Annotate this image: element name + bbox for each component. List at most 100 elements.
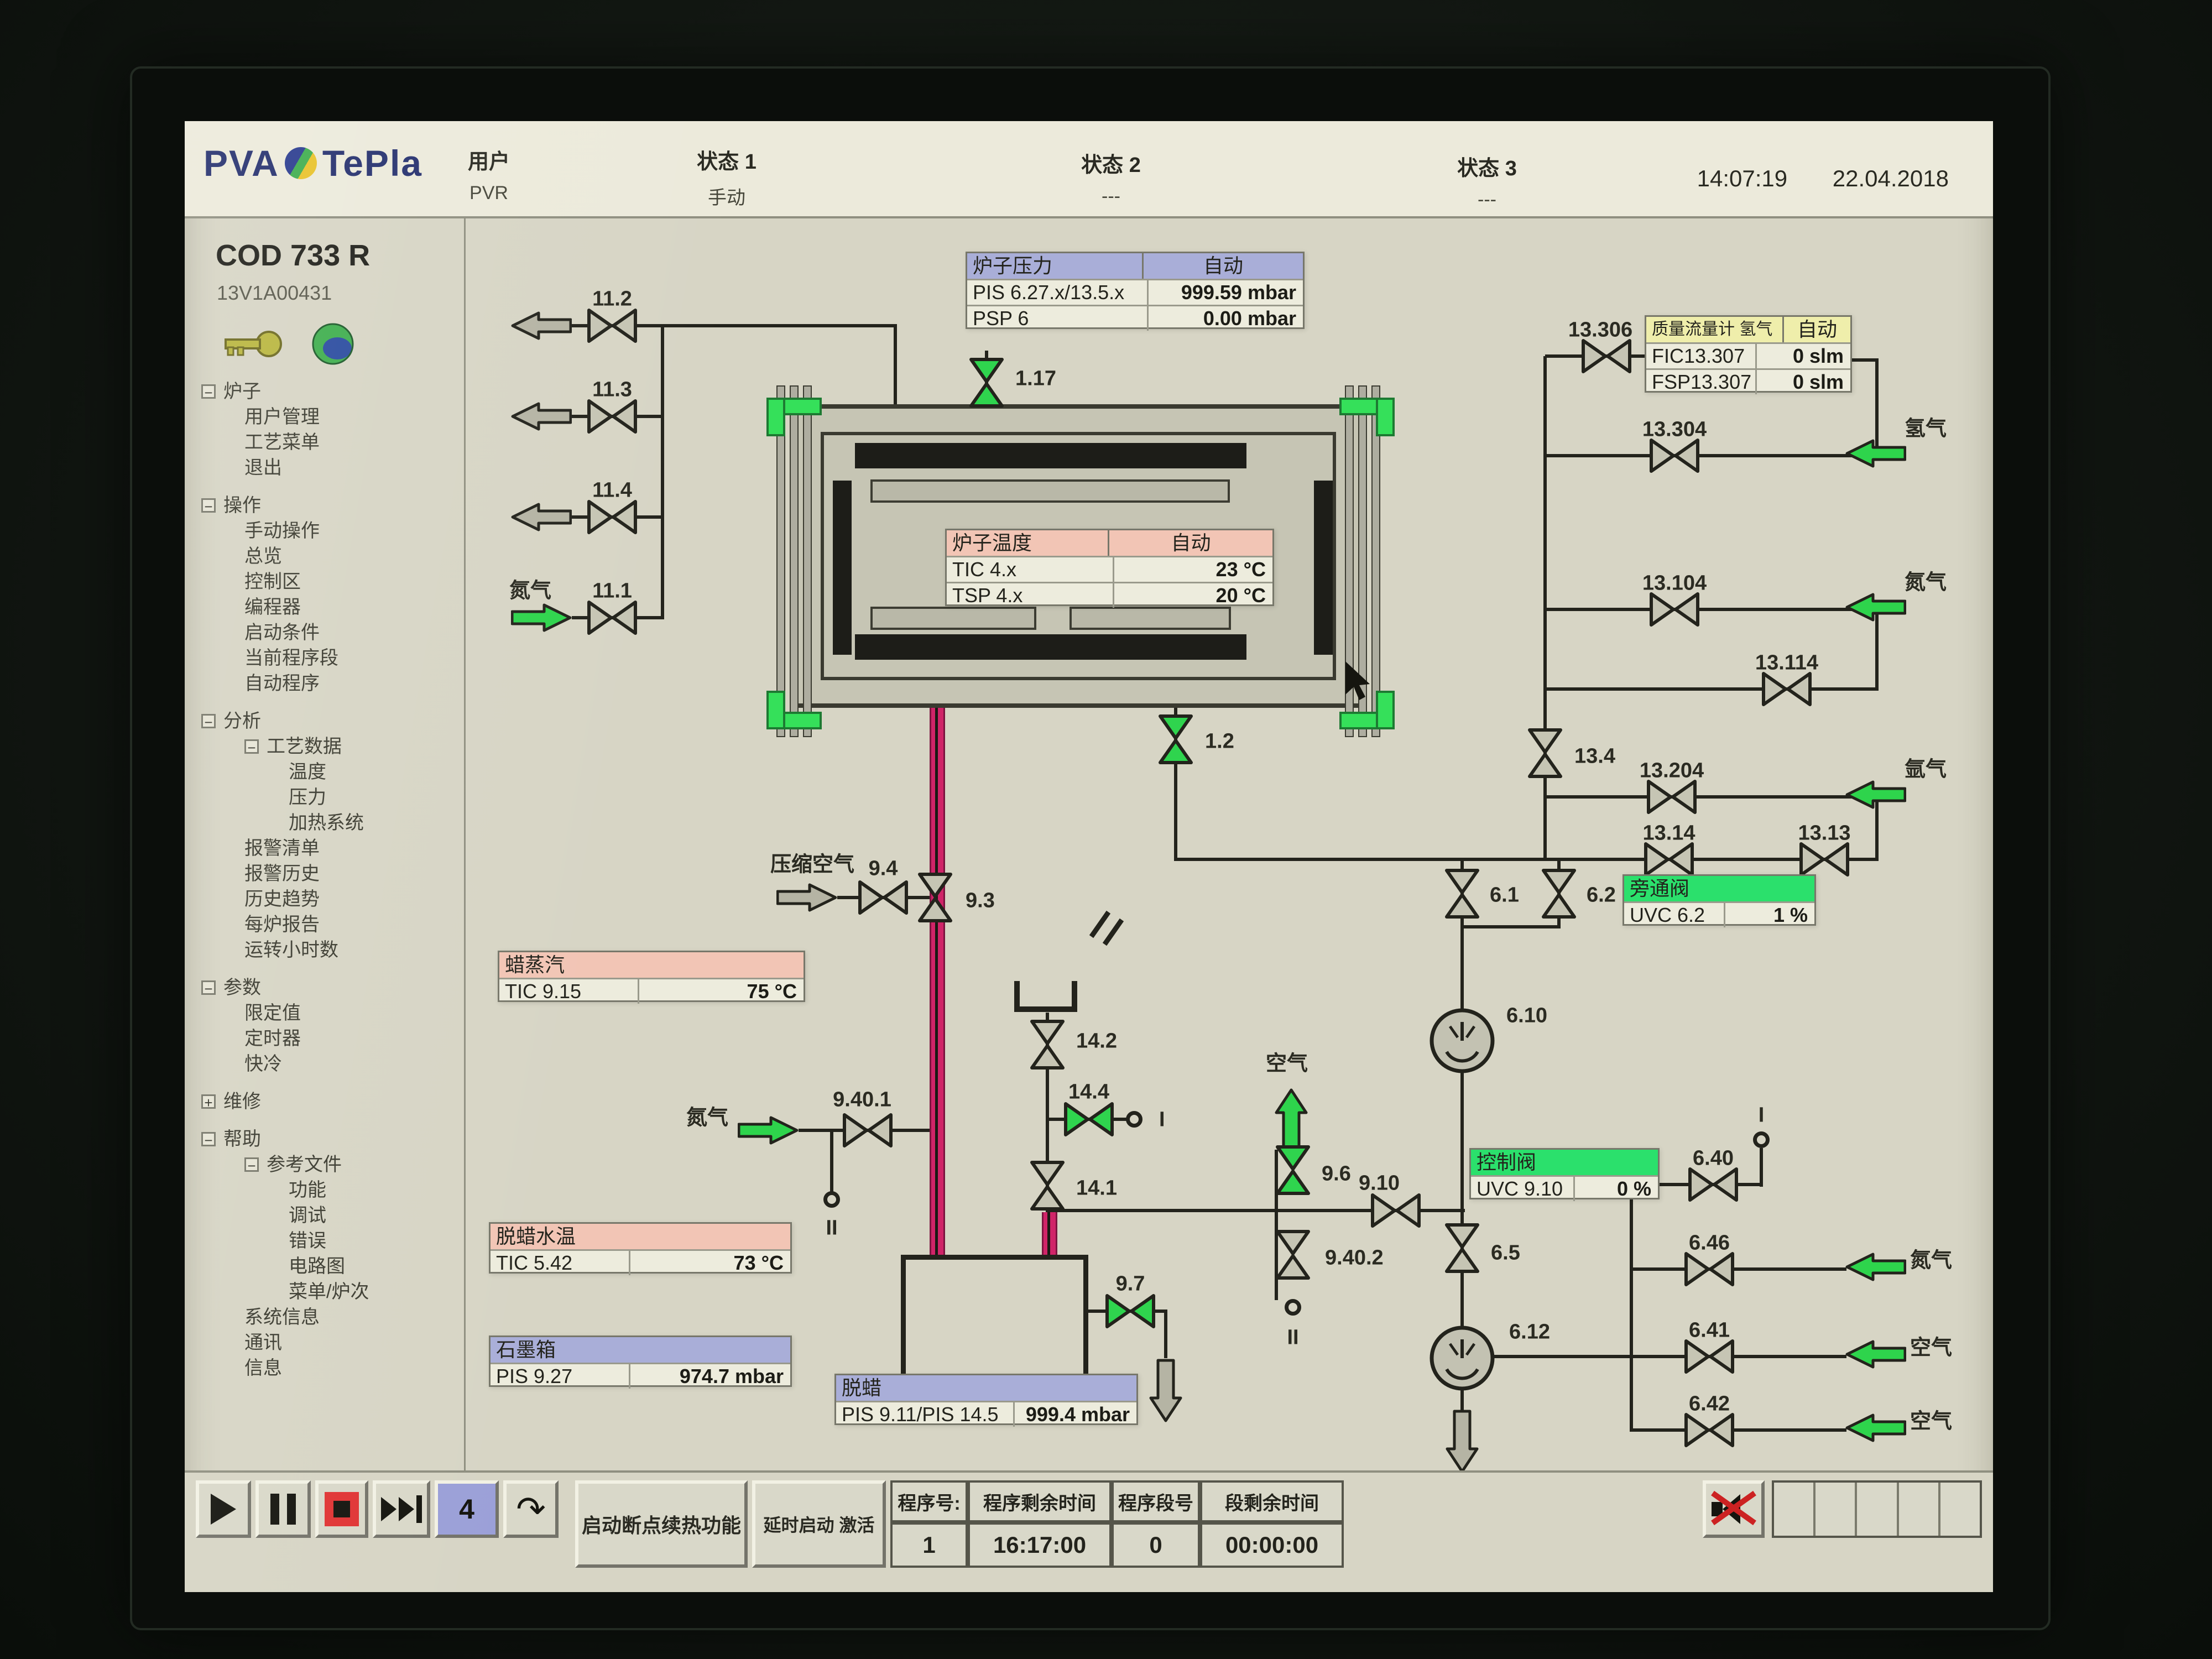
valve-1.17[interactable] — [969, 357, 1004, 408]
sidebar-item-34[interactable]: 系统信息 — [185, 1305, 464, 1330]
sidebar-item-14[interactable]: 温度 — [185, 759, 464, 785]
valve-6.5[interactable] — [1444, 1223, 1480, 1274]
sidebar-item-12[interactable]: −分析 — [185, 708, 464, 734]
valve-14.4[interactable] — [1063, 1102, 1114, 1137]
sidebar-item-2[interactable]: 工艺菜单 — [185, 430, 464, 455]
sidebar-item-13[interactable]: −工艺数据 — [185, 734, 464, 759]
pump-6.10[interactable] — [1428, 1006, 1496, 1075]
stop-button[interactable] — [315, 1480, 368, 1538]
tree-expander-icon[interactable]: − — [201, 1132, 216, 1146]
sidebar-item-27[interactable]: −帮助 — [185, 1126, 464, 1152]
valve-11.1[interactable] — [587, 600, 638, 635]
valve-9.3[interactable] — [917, 872, 953, 923]
sidebar-item-18[interactable]: 报警历史 — [185, 861, 464, 886]
valve-9.7[interactable] — [1105, 1293, 1156, 1329]
sidebar-item-15[interactable]: 压力 — [185, 785, 464, 810]
box-furnace_temp-row: TSP 4.x 20 °C — [947, 582, 1272, 608]
tree-expander-icon[interactable]: − — [201, 498, 216, 513]
valve-1.2[interactable] — [1158, 714, 1193, 765]
sidebar-item-8[interactable]: 编程器 — [185, 594, 464, 620]
valve-9.40.2[interactable] — [1275, 1229, 1311, 1280]
tree-expander-icon[interactable]: − — [201, 714, 216, 728]
sidebar-item-1[interactable]: 用户管理 — [185, 404, 464, 430]
tree-expander-icon[interactable]: + — [201, 1094, 216, 1109]
valve-6.46[interactable] — [1684, 1251, 1735, 1287]
valve-13.304[interactable] — [1649, 438, 1700, 473]
valve-13.4[interactable] — [1527, 728, 1563, 779]
sidebar-item-20[interactable]: 每炉报告 — [185, 912, 464, 937]
valve-6.40[interactable] — [1688, 1167, 1739, 1202]
sidebar-item-5[interactable]: 手动操作 — [185, 518, 464, 544]
sidebar-item-11[interactable]: 自动程序 — [185, 671, 464, 696]
diagram-label: 6.46 — [1689, 1232, 1730, 1255]
sidebar-item-10[interactable]: 当前程序段 — [185, 645, 464, 671]
box-furnace_pressure-mode[interactable]: 自动 — [1142, 253, 1303, 279]
sidebar-item-35[interactable]: 通讯 — [185, 1330, 464, 1355]
box-control_valve-row: UVC 9.10 0 % — [1471, 1175, 1658, 1201]
sidebar-item-30[interactable]: 调试 — [185, 1203, 464, 1228]
sidebar-item-9[interactable]: 启动条件 — [185, 620, 464, 645]
sidebar-item-17[interactable]: 报警清单 — [185, 836, 464, 861]
sidebar-item-22[interactable]: −参数 — [185, 975, 464, 1000]
port-circle — [823, 1191, 840, 1208]
sidebar-item-23[interactable]: 限定值 — [185, 1000, 464, 1026]
sidebar-item-6[interactable]: 总览 — [185, 544, 464, 569]
sidebar-item-21[interactable]: 运转小时数 — [185, 937, 464, 963]
sidebar-item-28[interactable]: −参考文件 — [185, 1152, 464, 1177]
return-button[interactable]: ↷ — [503, 1480, 559, 1538]
valve-9.6[interactable] — [1275, 1145, 1311, 1196]
vent-break-mark — [1089, 911, 1110, 938]
sidebar-item-25[interactable]: 快冷 — [185, 1051, 464, 1077]
port-circle — [1285, 1299, 1301, 1316]
valve-9.10[interactable] — [1370, 1193, 1421, 1228]
play-button[interactable] — [196, 1480, 251, 1538]
valve-11.2[interactable] — [587, 308, 638, 343]
pause-button[interactable] — [255, 1480, 311, 1538]
sidebar-item-24[interactable]: 定时器 — [185, 1026, 464, 1051]
tree-expander-icon[interactable]: − — [244, 1157, 259, 1172]
resume-heating-button[interactable]: 启动断点续热功能 — [575, 1480, 748, 1568]
valve-6.2[interactable] — [1541, 868, 1577, 919]
box-furnace_temp-mode[interactable]: 自动 — [1108, 530, 1272, 556]
sidebar-item-32[interactable]: 电路图 — [185, 1254, 464, 1279]
sidebar-item-16[interactable]: 加热系统 — [185, 810, 464, 836]
box-mass_flow-row-value: 0 slm — [1793, 370, 1844, 394]
valve-13.14[interactable] — [1644, 842, 1694, 877]
valve-14.2[interactable] — [1030, 1019, 1065, 1070]
sidebar-item-label: 加热系统 — [289, 810, 364, 836]
tree-expander-icon[interactable]: − — [201, 980, 216, 995]
sidebar-item-19[interactable]: 历史趋势 — [185, 886, 464, 912]
valve-9.4[interactable] — [858, 880, 909, 915]
valve-13.204[interactable] — [1646, 779, 1697, 815]
status-2: 状态 2 --- — [1056, 148, 1166, 207]
valve-13.114[interactable] — [1761, 671, 1812, 707]
valve-6.41[interactable] — [1684, 1339, 1735, 1374]
valve-11.3[interactable] — [587, 399, 638, 434]
valve-13.104[interactable] — [1649, 592, 1700, 627]
sidebar-item-36[interactable]: 信息 — [185, 1355, 464, 1381]
valve-13.13[interactable] — [1799, 842, 1850, 877]
valve-6.42[interactable] — [1684, 1412, 1735, 1448]
sidebar-item-31[interactable]: 错误 — [185, 1228, 464, 1254]
valve-9.40.1[interactable] — [842, 1113, 893, 1148]
mute-alarm-button[interactable] — [1703, 1480, 1765, 1538]
sidebar-item-29[interactable]: 功能 — [185, 1177, 464, 1203]
delayed-start-button[interactable]: 延时启动 激活 — [752, 1480, 886, 1568]
valve-6.1[interactable] — [1444, 868, 1480, 919]
sidebar-item-3[interactable]: 退出 — [185, 455, 464, 481]
tree-expander-icon[interactable]: − — [244, 739, 259, 754]
sidebar-item-7[interactable]: 控制区 — [185, 569, 464, 594]
valve-14.1[interactable] — [1030, 1160, 1065, 1211]
sidebar-item-0[interactable]: −炉子 — [185, 379, 464, 404]
sidebar-item-4[interactable]: −操作 — [185, 493, 464, 518]
sidebar-item-26[interactable]: +维修 — [185, 1089, 464, 1114]
tree-expander-icon[interactable]: − — [201, 384, 216, 399]
valve-13.306[interactable] — [1581, 338, 1632, 374]
box-mass_flow-mode[interactable]: 自动 — [1782, 317, 1850, 342]
sidebar-item-33[interactable]: 菜单/炉次 — [185, 1279, 464, 1305]
valve-11.4[interactable] — [587, 499, 638, 535]
pump-6.12[interactable] — [1428, 1324, 1496, 1392]
skip-button[interactable] — [373, 1480, 430, 1538]
step-count-button[interactable]: 4 — [435, 1480, 499, 1538]
port-circle — [1126, 1111, 1142, 1128]
